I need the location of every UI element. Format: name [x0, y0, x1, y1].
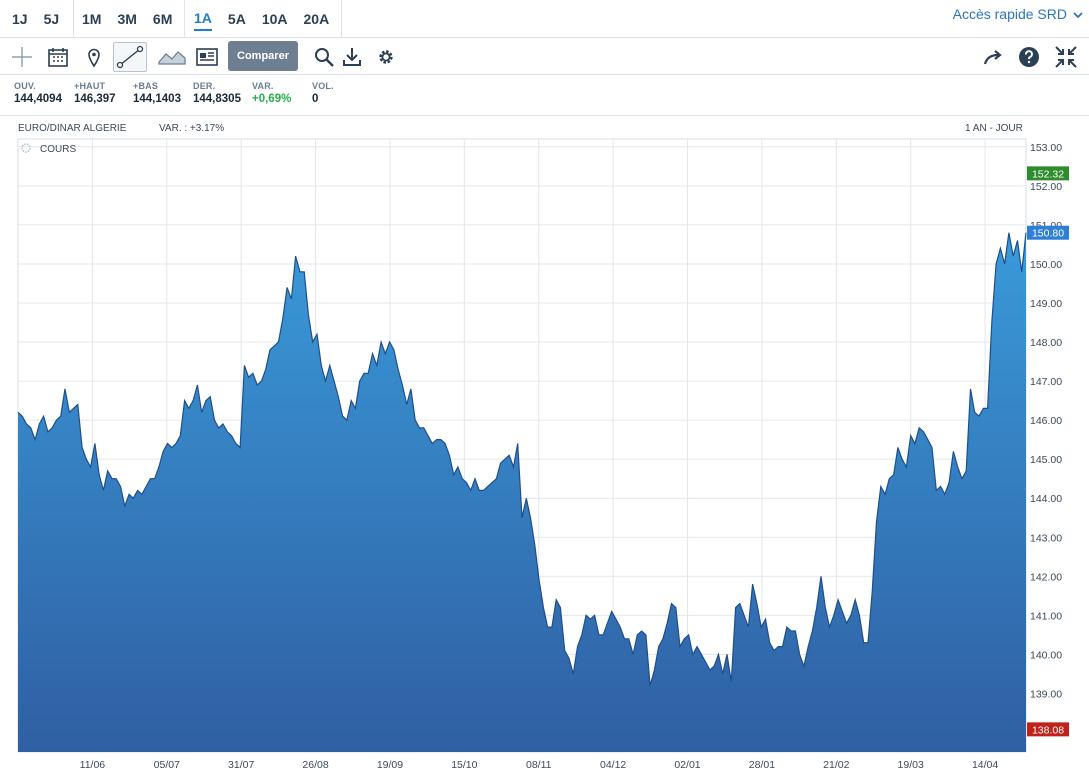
y-tick-label: 144.00	[1030, 493, 1062, 505]
y-tick-label: 139.00	[1030, 688, 1062, 700]
y-tick-label: 145.00	[1030, 454, 1062, 466]
svg-text:138.08: 138.08	[1032, 724, 1064, 736]
y-tick-label: 152.00	[1030, 181, 1062, 193]
x-tick-label: 26/08	[302, 759, 328, 771]
x-tick-label: 11/06	[80, 759, 106, 771]
y-tick-label: 153.00	[1030, 142, 1062, 154]
y-tick-label: 149.00	[1030, 298, 1062, 310]
high-price-badge: 152.32	[1027, 166, 1069, 181]
x-tick-label: 19/03	[898, 759, 924, 771]
y-axis: 153.00152.00151.00150.00149.00148.00147.…	[1030, 142, 1062, 701]
legend-label: COURS	[40, 144, 76, 155]
y-tick-label: 150.00	[1030, 259, 1062, 271]
x-tick-label: 02/01	[674, 759, 700, 771]
x-tick-label: 28/01	[749, 759, 775, 771]
y-tick-label: 147.00	[1030, 376, 1062, 388]
last-price-badge: 150.80	[1027, 225, 1069, 240]
x-tick-label: 21/02	[823, 759, 849, 771]
y-tick-label: 142.00	[1030, 571, 1062, 583]
svg-text:152.32: 152.32	[1032, 168, 1064, 180]
price-chart[interactable]: 153.00152.00151.00150.00149.00148.00147.…	[0, 0, 1089, 776]
x-tick-label: 05/07	[154, 759, 180, 771]
x-tick-label: 14/04	[972, 759, 998, 771]
low-price-badge: 138.08	[1027, 722, 1069, 737]
y-tick-label: 143.00	[1030, 532, 1062, 544]
y-tick-label: 148.00	[1030, 337, 1062, 349]
y-tick-label: 141.00	[1030, 610, 1062, 622]
y-tick-label: 140.00	[1030, 649, 1062, 661]
x-tick-label: 31/07	[228, 759, 254, 771]
x-tick-label: 08/11	[526, 759, 552, 771]
x-axis: 11/06 05/07 31/07 26/08 19/09 15/10 08/11 04/12…	[80, 759, 999, 771]
x-tick-label: 19/09	[377, 759, 403, 771]
x-tick-label: 15/10	[451, 759, 477, 771]
y-tick-label: 146.00	[1030, 415, 1062, 427]
svg-text:150.80: 150.80	[1032, 228, 1064, 240]
x-tick-label: 04/12	[600, 759, 626, 771]
